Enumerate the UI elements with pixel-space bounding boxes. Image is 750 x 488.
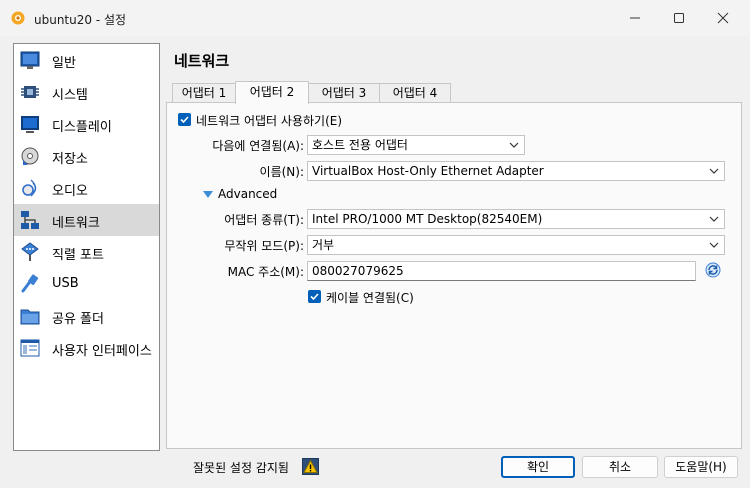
settings-content: 네트워크 어댑터 1 어댑터 2 어댑터 3 어댑터 4 네트워크 어댑터 사용… (166, 43, 742, 449)
shared-folder-icon (20, 309, 40, 325)
attached-to-select[interactable]: 호스트 전용 어댑터 (307, 135, 525, 155)
sidebar-item-label: 오디오 (52, 184, 88, 199)
minimize-button[interactable] (612, 4, 658, 32)
mac-address-field[interactable]: 080027079625 (307, 261, 696, 281)
window-title: ubuntu20 - 설정 (34, 13, 127, 27)
sidebar-item-label: 직렬 포트 (52, 248, 104, 263)
sidebar-item-label: 네트워크 (52, 216, 100, 231)
adapter-type-label: 어댑터 종류(T): (224, 213, 304, 227)
sidebar-item-label: USB (52, 276, 79, 291)
page-title: 네트워크 (174, 52, 230, 70)
cancel-button[interactable]: 취소 (582, 456, 658, 478)
sidebar-item-audio[interactable]: 오디오 (14, 172, 159, 204)
tab-adapter-2[interactable]: 어댑터 2 (235, 81, 309, 104)
general-icon (20, 51, 40, 69)
sidebar-item-system[interactable]: 시스템 (14, 76, 159, 108)
sidebar-item-user-interface[interactable]: 사용자 인터페이스 (14, 332, 159, 364)
sidebar-item-label: 사용자 인터페이스 (52, 344, 152, 359)
sidebar-item-display[interactable]: 디스플레이 (14, 108, 159, 140)
close-button[interactable] (700, 4, 746, 32)
adapter-type-select[interactable]: Intel PRO/1000 MT Desktop(82540EM) (307, 209, 725, 229)
audio-icon (22, 179, 37, 197)
sidebar-item-label: 공유 폴더 (52, 312, 104, 327)
invalid-settings-warning: 잘못된 설정 감지됨 (193, 461, 289, 475)
maximize-icon (674, 13, 684, 23)
display-icon (21, 116, 39, 133)
network-icon (21, 211, 39, 229)
chevron-down-icon (709, 242, 719, 248)
sidebar-item-shared-folders[interactable]: 공유 폴더 (14, 300, 159, 332)
sidebar-item-label: 저장소 (52, 152, 88, 167)
close-icon (717, 12, 729, 24)
minimize-icon (630, 17, 640, 19)
sidebar-item-general[interactable]: 일반 (14, 44, 159, 76)
tab-adapter-3[interactable]: 어댑터 3 (308, 83, 380, 103)
tab-adapter-1[interactable]: 어댑터 1 (172, 83, 236, 103)
settings-sidebar: 일반 시스템 디스플레이 저장소 오디오 네트워크 직렬 포트 USB 공유 폴… (13, 43, 160, 451)
user-interface-icon (20, 339, 40, 357)
promiscuous-mode-select[interactable]: 거부 (307, 235, 725, 255)
refresh-mac-button[interactable] (704, 261, 724, 281)
chevron-down-icon (509, 142, 519, 148)
serial-port-icon (21, 242, 39, 261)
help-button[interactable]: 도움말(H) (664, 456, 738, 478)
chevron-down-icon (709, 168, 719, 174)
enable-adapter-label: 네트워크 어댑터 사용하기(E) (196, 114, 343, 128)
advanced-label: Advanced (218, 187, 278, 201)
tab-adapter-4[interactable]: 어댑터 4 (379, 83, 451, 103)
checkmark-icon (310, 293, 319, 301)
triangle-down-icon (203, 191, 213, 198)
refresh-icon (705, 262, 721, 278)
cable-connected-label: 케이블 연결됨(C) (326, 291, 414, 305)
promiscuous-mode-label: 무작위 모드(P): (224, 239, 304, 253)
cable-connected-checkbox[interactable] (308, 290, 321, 303)
sidebar-item-network[interactable]: 네트워크 (14, 204, 159, 236)
maximize-button[interactable] (656, 4, 702, 32)
storage-icon (21, 147, 39, 165)
chevron-down-icon (709, 216, 719, 222)
advanced-toggle[interactable]: Advanced (203, 186, 283, 204)
sidebar-item-serial-port[interactable]: 직렬 포트 (14, 236, 159, 268)
usb-icon (21, 274, 39, 293)
enable-adapter-checkbox[interactable] (178, 113, 191, 126)
virtualbox-gear-icon (11, 11, 25, 25)
adapter-panel: 네트워크 어댑터 사용하기(E) 다음에 연결됨(A): 호스트 전용 어댑터 … (166, 102, 742, 449)
checkmark-icon (180, 116, 189, 124)
system-icon (21, 86, 39, 98)
sidebar-item-label: 디스플레이 (52, 120, 112, 135)
name-label: 이름(N): (259, 165, 304, 179)
mac-address-label: MAC 주소(M): (227, 265, 304, 279)
attached-to-label: 다음에 연결됨(A): (212, 139, 304, 153)
name-select[interactable]: VirtualBox Host-Only Ethernet Adapter (307, 161, 725, 181)
sidebar-item-label: 일반 (52, 56, 76, 71)
sidebar-item-label: 시스템 (52, 88, 88, 103)
sidebar-item-storage[interactable]: 저장소 (14, 140, 159, 172)
ok-button[interactable]: 확인 (501, 456, 575, 478)
warning-icon[interactable] (302, 458, 319, 475)
sidebar-item-usb[interactable]: USB (14, 268, 159, 300)
title-bar: ubuntu20 - 설정 (0, 0, 750, 36)
